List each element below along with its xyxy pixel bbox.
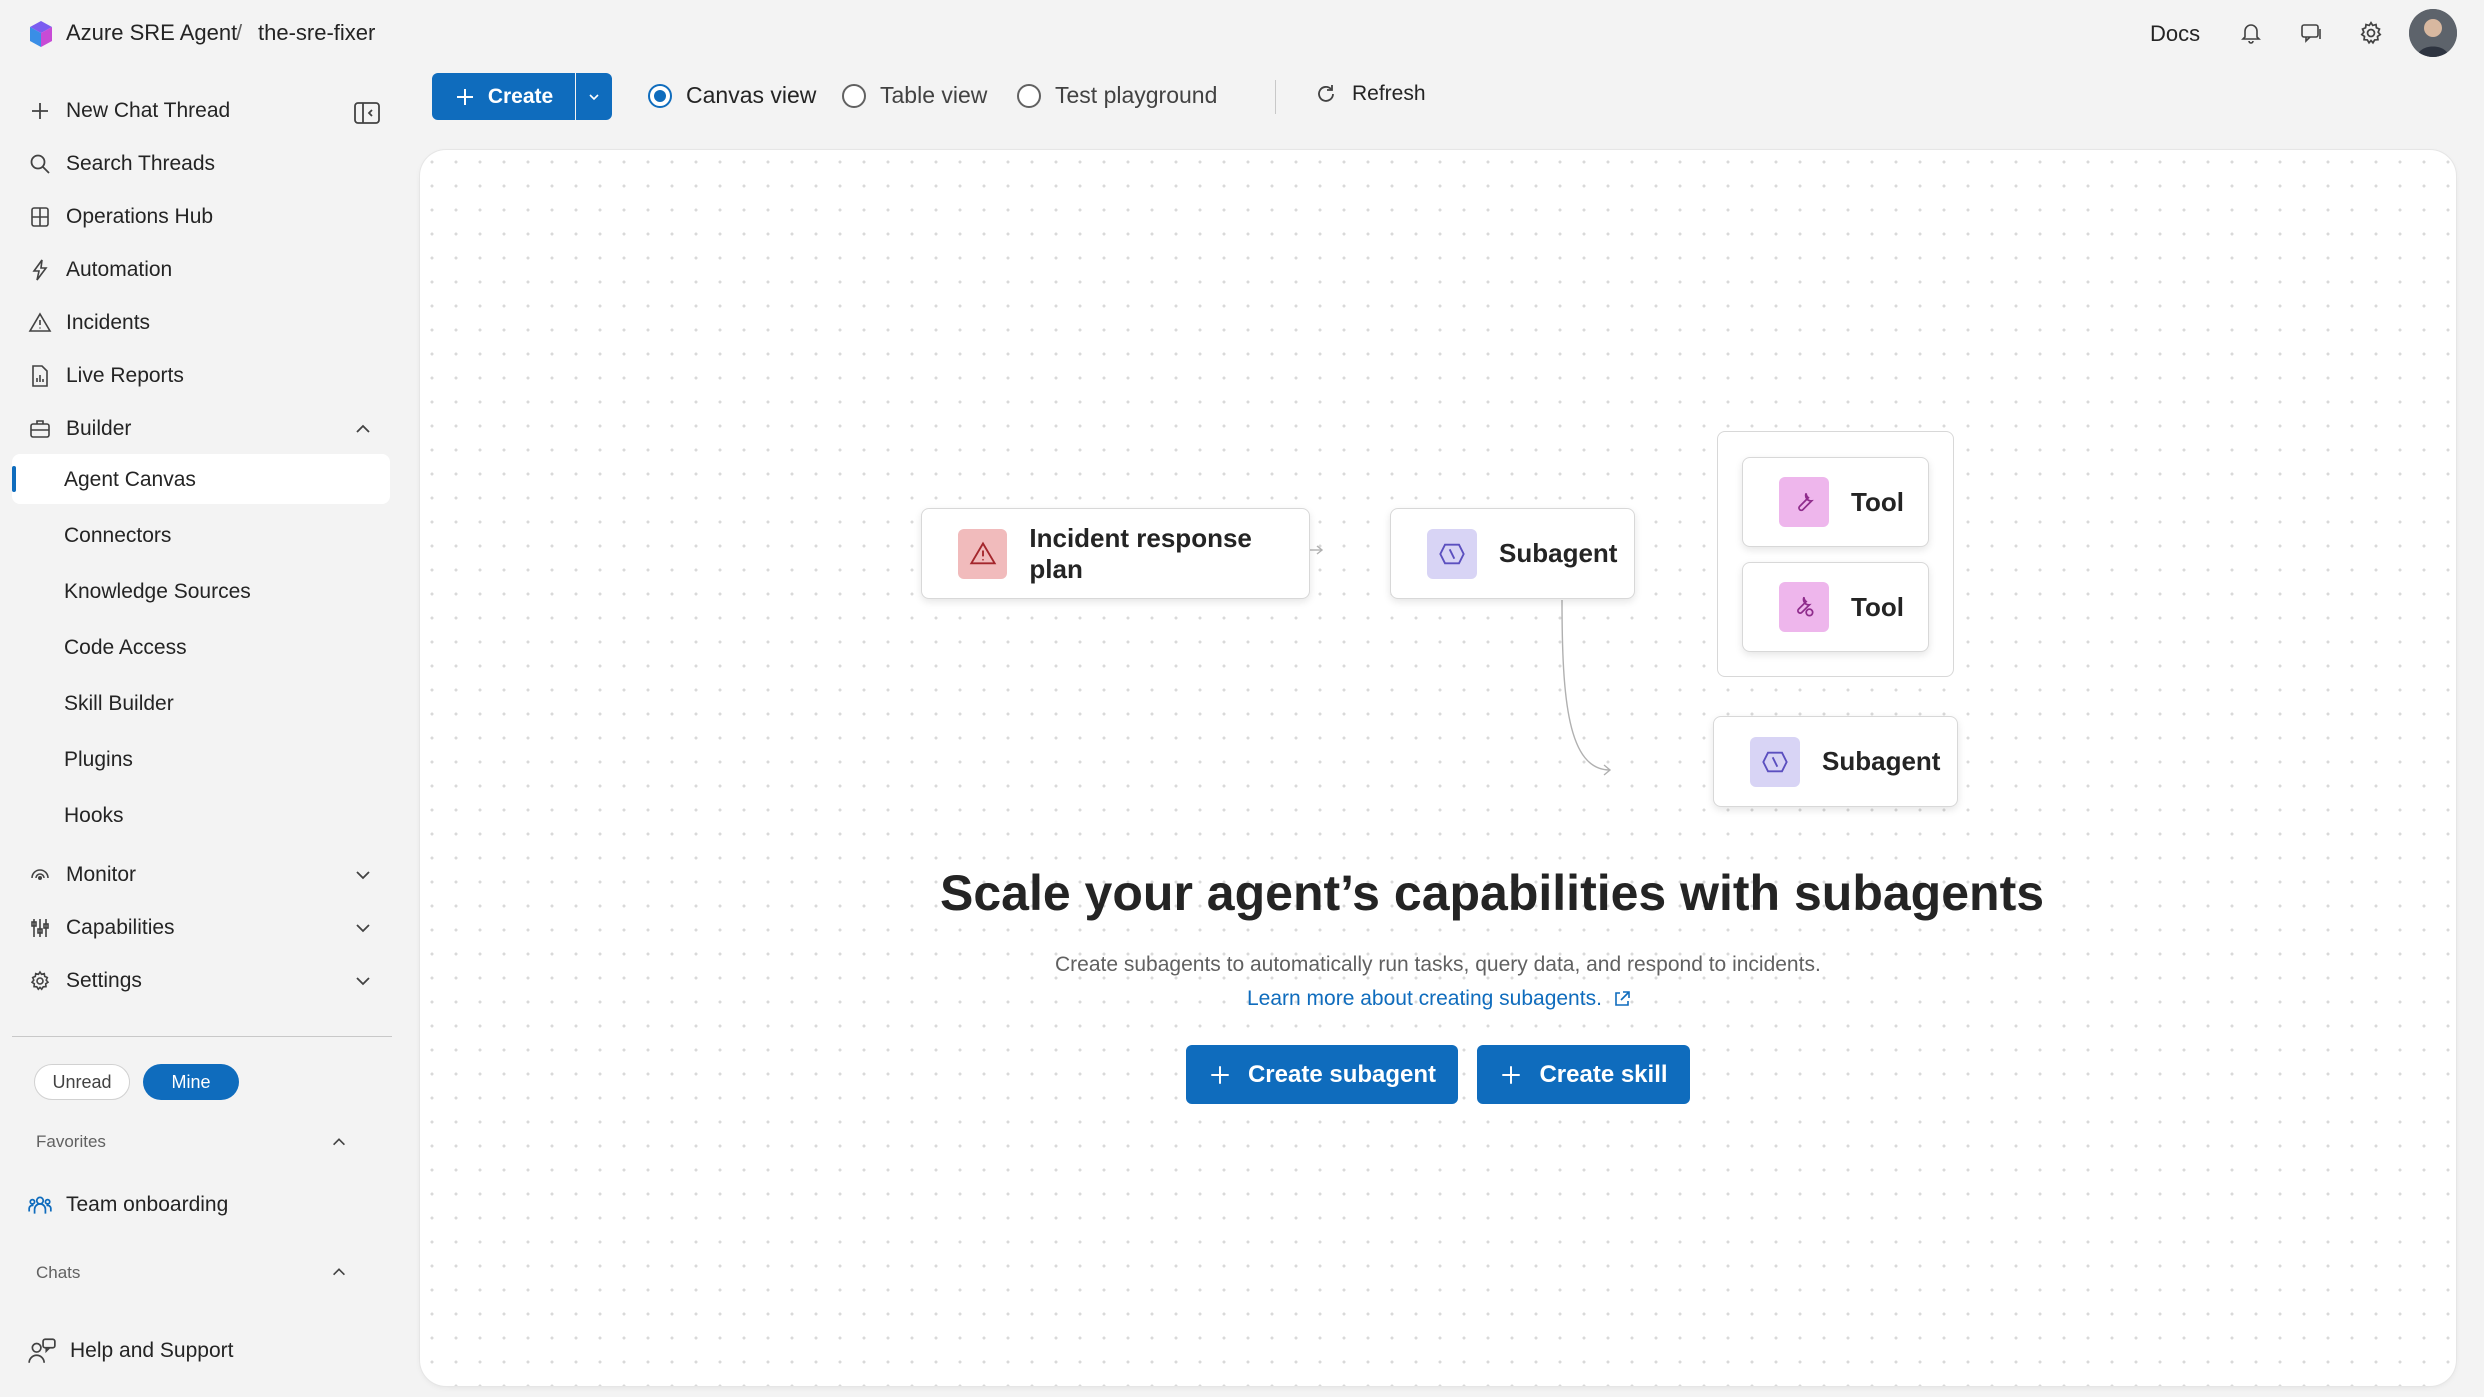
learn-more-label: Learn more about creating subagents. <box>1247 987 1602 1010</box>
canvas-connectors <box>1310 545 1612 776</box>
incident-response-plan-node[interactable]: Incident response plan <box>921 508 1310 599</box>
learn-more-link[interactable]: Learn more about creating subagents. <box>1247 987 1632 1011</box>
plus-icon <box>1208 1063 1232 1087</box>
node-label: Tool <box>1851 486 1904 517</box>
warning-icon <box>958 528 1008 579</box>
plus-icon <box>1499 1063 1523 1087</box>
create-subagent-label: Create subagent <box>1247 1060 1437 1088</box>
wrench-settings-icon <box>1779 582 1829 632</box>
create-skill-button[interactable]: Create skill <box>1477 1045 1690 1104</box>
subagent-node[interactable]: Subagent <box>1713 716 1958 807</box>
canvas-subtext: Create subagents to automatically run ta… <box>1055 953 1821 976</box>
external-link-icon <box>1612 989 1632 1009</box>
create-skill-label: Create skill <box>1539 1060 1668 1088</box>
node-label: Subagent <box>1822 746 1941 776</box>
tool-node[interactable]: Tool <box>1742 457 1929 547</box>
node-label: Tool <box>1851 591 1904 622</box>
wrench-icon <box>1779 477 1829 527</box>
canvas-headline: Scale your agent’s capabilities with sub… <box>940 865 2045 921</box>
node-label: Subagent <box>1499 538 1618 568</box>
create-subagent-button[interactable]: Create subagent <box>1186 1045 1458 1104</box>
subagent-icon <box>1427 528 1477 579</box>
node-label: Incident response plan <box>1029 522 1252 584</box>
subagent-node[interactable]: Subagent <box>1390 508 1635 599</box>
subagent-icon <box>1750 736 1800 787</box>
tool-node[interactable]: Tool <box>1742 562 1929 652</box>
